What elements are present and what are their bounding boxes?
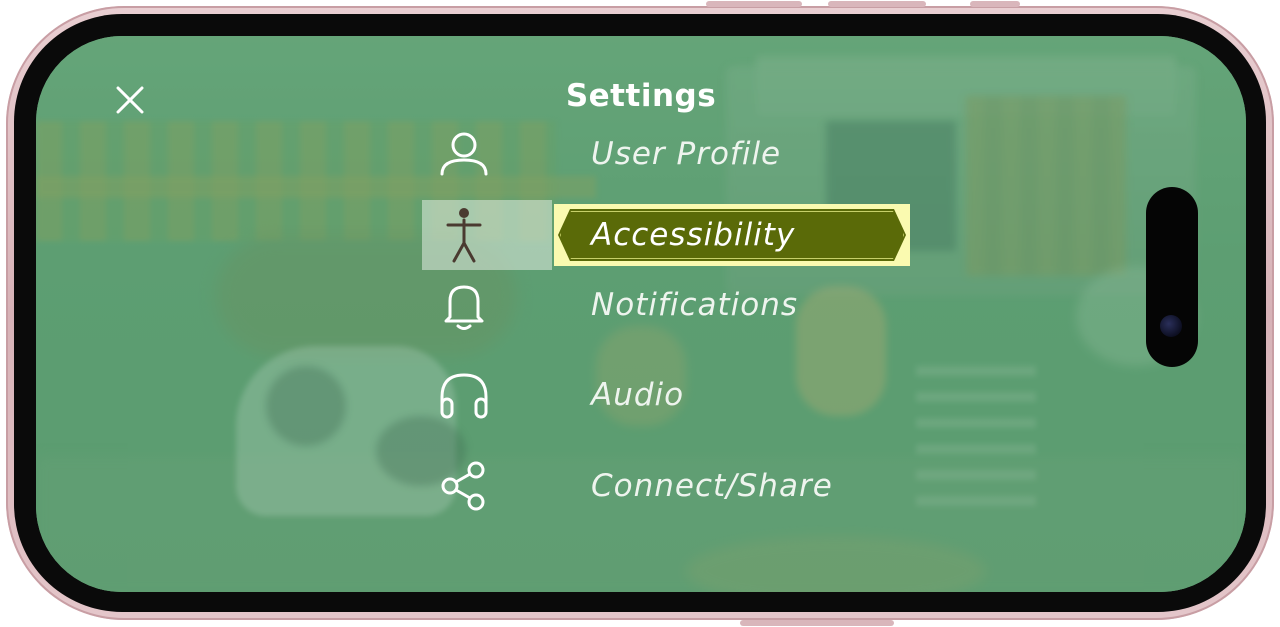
page-title: Settings	[565, 78, 717, 114]
menu-item-connect-share[interactable]: Connect/Share	[422, 451, 912, 521]
close-icon	[116, 86, 144, 114]
front-camera-icon	[1160, 315, 1182, 337]
device-side-button	[740, 620, 894, 626]
game-screen: Settings User Profile Accessibility Noti…	[36, 36, 1246, 592]
menu-item-notifications[interactable]: Notifications	[422, 270, 912, 340]
menu-item-label: Accessibility	[591, 217, 796, 253]
device-action-button	[970, 1, 1020, 7]
share-icon	[434, 456, 494, 516]
headphones-icon	[434, 365, 494, 425]
menu-item-label: Connect/Share	[591, 468, 833, 504]
menu-item-user-profile[interactable]: User Profile	[422, 119, 912, 189]
menu-item-audio[interactable]: Audio	[422, 360, 912, 430]
menu-item-label: User Profile	[591, 136, 782, 172]
dynamic-island	[1146, 187, 1198, 367]
device-volume-button	[706, 1, 802, 7]
bell-icon	[434, 275, 494, 335]
menu-item-accessibility[interactable]: Accessibility	[422, 200, 912, 270]
menu-item-label: Audio	[591, 377, 685, 413]
menu-item-label: Notifications	[591, 287, 799, 323]
accessibility-icon	[434, 205, 494, 265]
close-button[interactable]	[108, 78, 152, 122]
device-volume-button	[828, 1, 926, 7]
user-icon	[434, 124, 494, 184]
